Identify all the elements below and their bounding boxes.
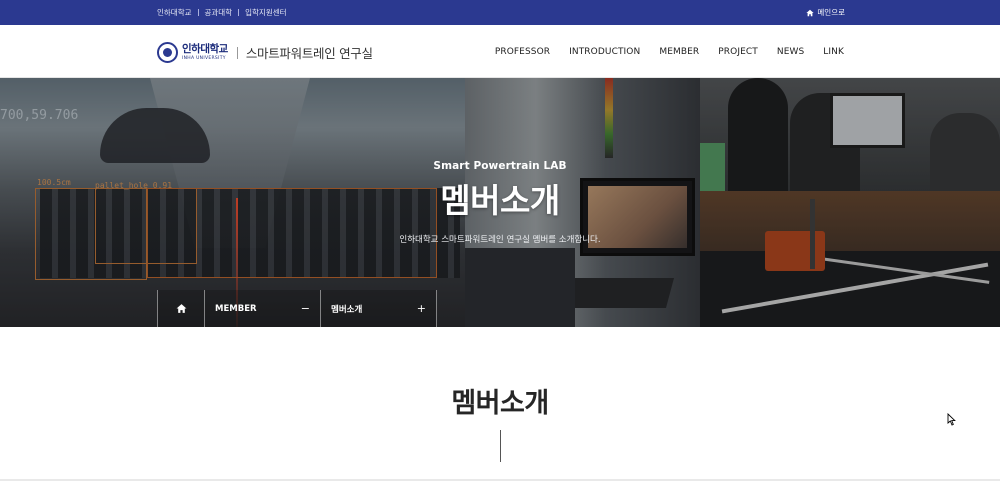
university-name-en: INHA UNIVERSITY — [182, 55, 226, 61]
hero-subtitle: Smart Powertrain LAB — [433, 160, 567, 172]
breadcrumb-home[interactable] — [157, 290, 205, 327]
main-home-link[interactable]: 메인으로 — [806, 0, 845, 25]
title-divider — [500, 430, 501, 462]
breadcrumb-member-intro[interactable]: 멤버소개 + — [321, 290, 437, 327]
main-home-label: 메인으로 — [817, 8, 845, 17]
link-engineering-college[interactable]: 공과대학 — [205, 7, 233, 18]
collapse-icon: − — [300, 302, 310, 315]
breadcrumb-member[interactable]: MEMBER − — [205, 290, 321, 327]
nav-professor[interactable]: PROFESSOR — [495, 47, 550, 57]
mouse-cursor-icon — [947, 413, 956, 426]
home-icon — [806, 9, 814, 16]
link-inha-university[interactable]: 인하대학교 — [157, 7, 192, 18]
divider — [197, 9, 199, 16]
hero-title: 멤버소개 — [440, 181, 560, 220]
lab-name: 스마트파워트레인 연구실 — [245, 46, 373, 61]
nav-introduction[interactable]: INTRODUCTION — [569, 47, 640, 57]
nav-link[interactable]: LINK — [823, 47, 844, 57]
logo-divider — [236, 46, 238, 59]
home-icon — [176, 304, 186, 313]
breadcrumb-member-intro-label: 멤버소개 — [331, 304, 363, 315]
breadcrumb-member-label: MEMBER — [215, 303, 257, 314]
link-admissions-center[interactable]: 입학지원센터 — [245, 7, 286, 18]
university-name: 인하대학교 — [182, 43, 228, 55]
top-utility-bar: 인하대학교 공과대학 입학지원센터 메인으로 — [0, 0, 1000, 25]
university-seal-icon — [157, 42, 178, 63]
nav-news[interactable]: NEWS — [777, 47, 804, 57]
university-wordmark: 인하대학교 INHA UNIVERSITY — [182, 44, 228, 61]
main-nav: PROFESSOR INTRODUCTION MEMBER PROJECT NE… — [476, 25, 844, 78]
family-site-links: 인하대학교 공과대학 입학지원센터 — [157, 0, 287, 25]
expand-icon: + — [416, 302, 426, 315]
breadcrumb: MEMBER − 멤버소개 + — [157, 290, 437, 327]
divider — [238, 9, 240, 16]
hero-text: Smart Powertrain LAB 멤버소개 인하대학교 스마트파워트레인… — [0, 78, 1000, 327]
hero-banner: 700,59.706 100.5cm pallet_hole 0.91 Smar… — [0, 78, 1000, 327]
section-title: 멤버소개 — [451, 388, 549, 419]
site-logo[interactable]: 인하대학교 INHA UNIVERSITY 스마트파워트레인 연구실 — [157, 42, 373, 63]
nav-member[interactable]: MEMBER — [659, 47, 699, 57]
nav-project[interactable]: PROJECT — [718, 47, 758, 57]
site-header: 인하대학교 INHA UNIVERSITY 스마트파워트레인 연구실 PROFE… — [0, 25, 1000, 78]
hero-description: 인하대학교 스마트파워트레인 연구실 멤버를 소개합니다. — [399, 235, 601, 245]
